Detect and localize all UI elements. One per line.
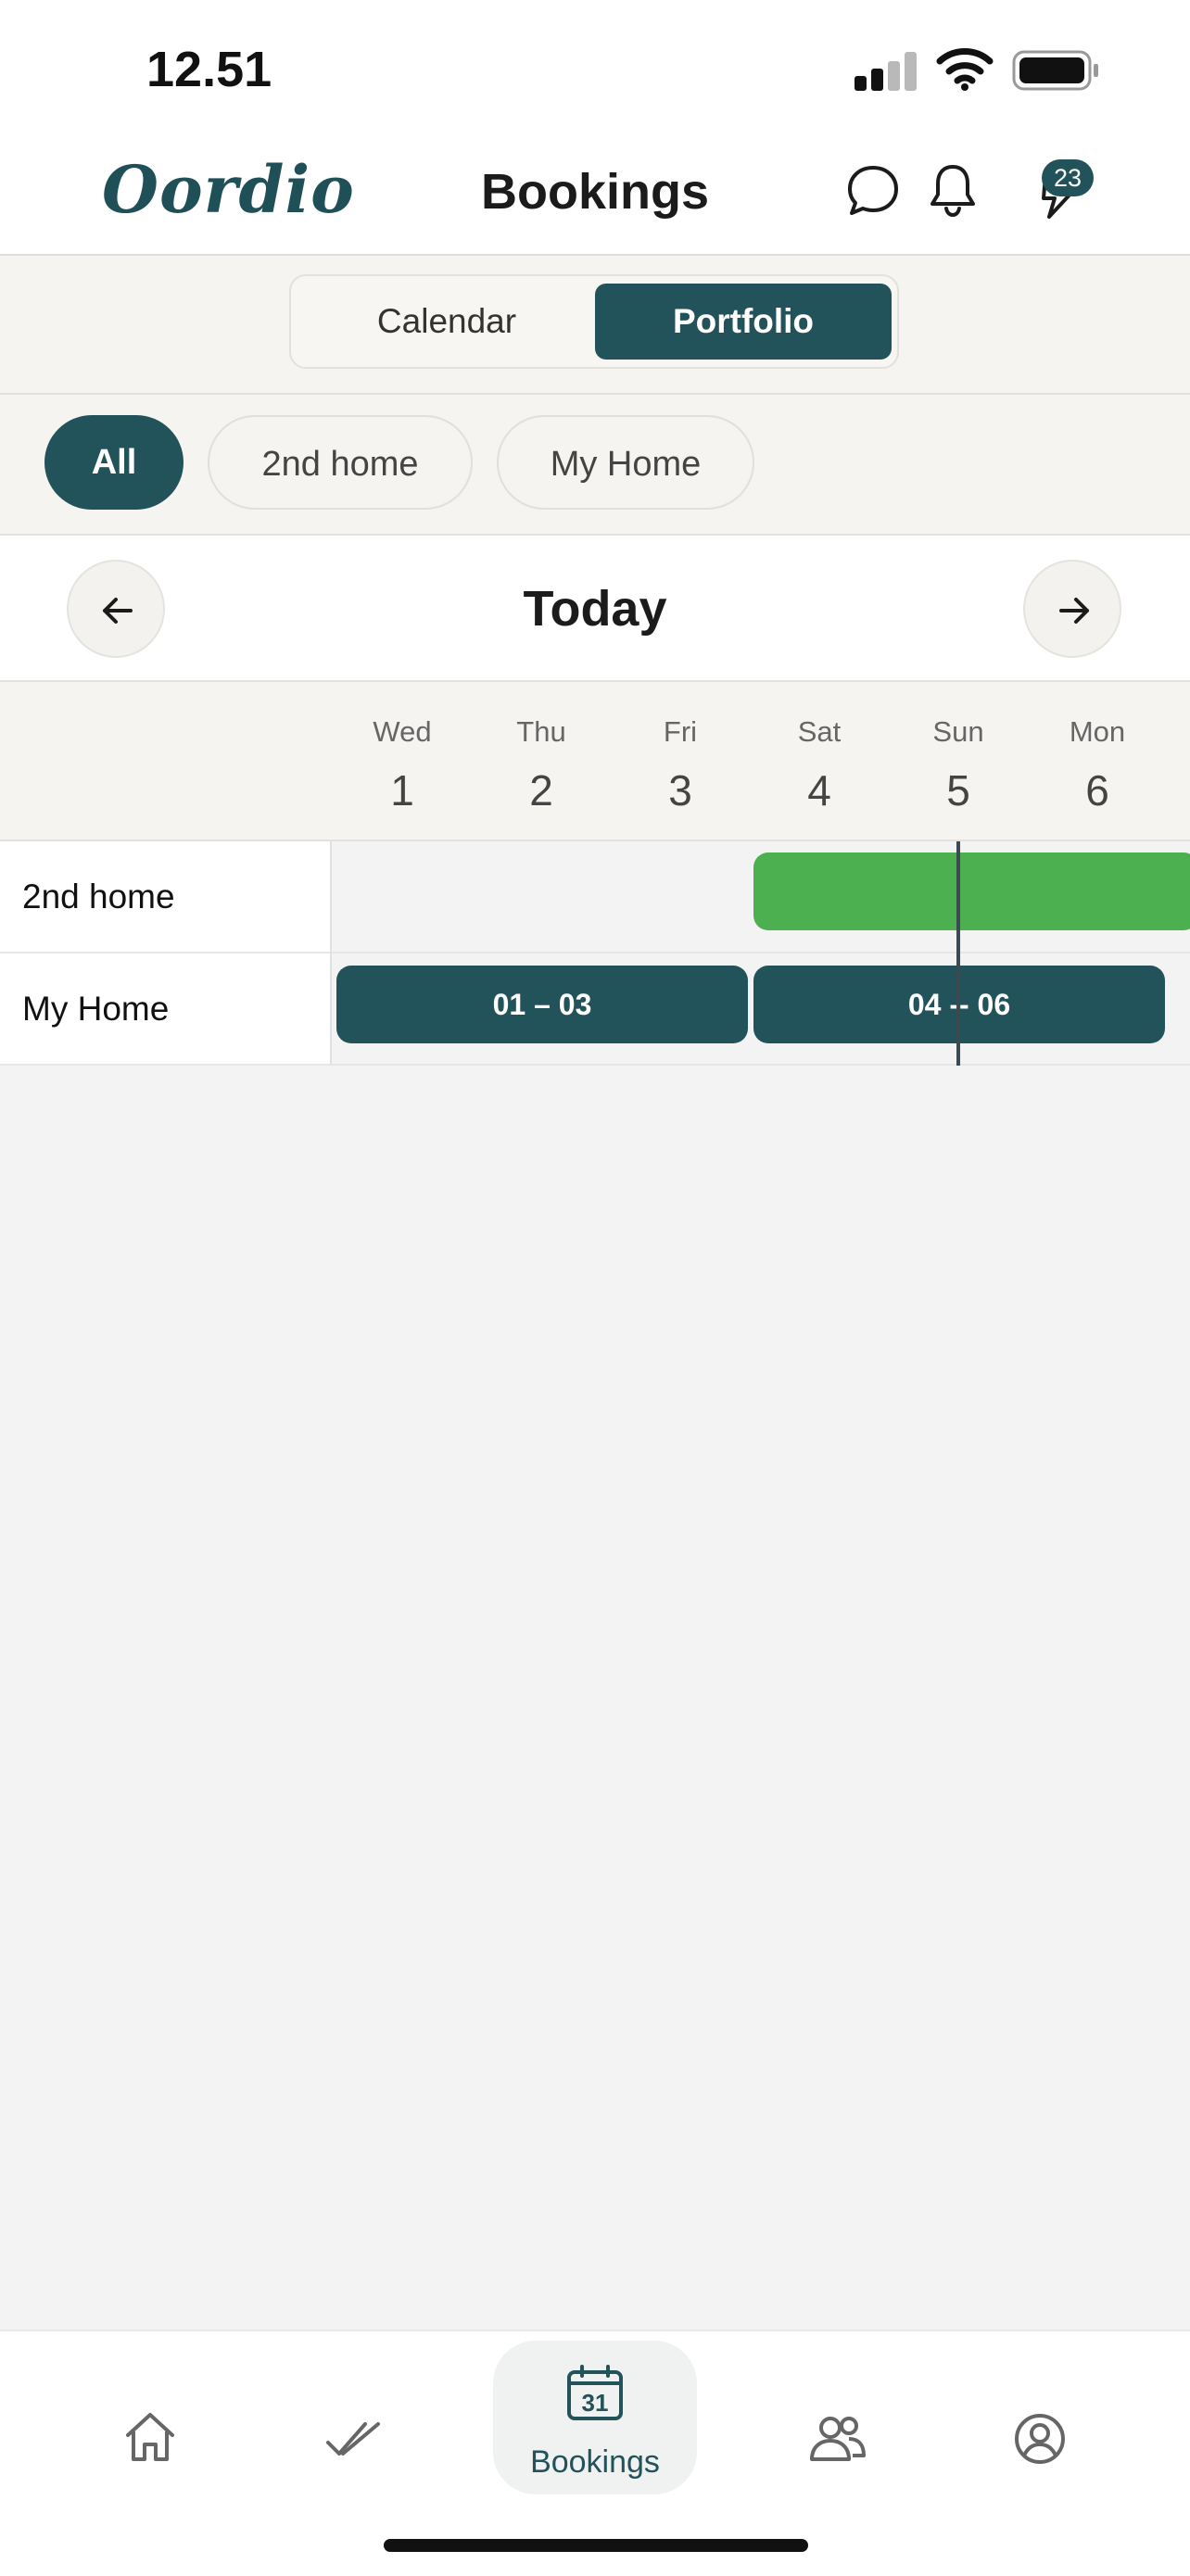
home-icon[interactable] (122, 2409, 178, 2465)
day-name: Sat (797, 715, 842, 748)
cellular-signal-icon (855, 52, 919, 91)
chat-bubble-icon[interactable] (845, 163, 901, 219)
today-label[interactable]: Today (0, 580, 1190, 638)
booking-bar[interactable]: 01 – 03 (336, 966, 748, 1043)
people-icon[interactable] (808, 2413, 867, 2465)
day-name: Sun (932, 715, 984, 748)
day-number: 3 (668, 766, 692, 814)
notification-badge-count: 23 (1053, 164, 1082, 192)
page-title: Bookings (480, 164, 709, 220)
tab-bookings-label: Bookings (530, 2444, 660, 2480)
day-name: Mon (1069, 715, 1126, 748)
home-indicator (384, 2539, 808, 2552)
day-name: Wed (373, 715, 432, 748)
booking-label: 01 – 03 (492, 988, 592, 1021)
day-number: 1 (390, 766, 414, 814)
tab-bookings[interactable]: 31 Bookings (493, 2341, 697, 2494)
day-number: 5 (946, 766, 970, 814)
profile-icon[interactable] (1012, 2411, 1068, 2467)
arrow-right-icon (1059, 598, 1089, 624)
day-name: Fri (663, 715, 698, 748)
property-label-my-home[interactable]: My Home (0, 953, 332, 1066)
tab-portfolio[interactable]: Portfolio (595, 284, 892, 360)
day-number: 6 (1085, 766, 1109, 814)
calendar-icon-number: 31 (581, 2389, 609, 2417)
battery-icon (1012, 50, 1098, 91)
day-number: 2 (529, 766, 553, 814)
double-check-icon[interactable] (324, 2418, 382, 2461)
chip-all[interactable]: All (44, 415, 184, 510)
day-name: Thu (516, 715, 566, 748)
chip-2nd-home[interactable]: 2nd home (208, 415, 473, 510)
booking-bar[interactable] (753, 852, 1190, 930)
day-number: 4 (807, 766, 831, 814)
chip-my-home[interactable]: My Home (497, 415, 754, 510)
today-marker-line (956, 841, 960, 1066)
notification-badge: 23 (1042, 159, 1094, 196)
bell-icon[interactable] (927, 161, 979, 219)
day-header (0, 682, 1190, 841)
tab-calendar[interactable]: Calendar (298, 284, 595, 360)
status-time: 12.51 (146, 42, 272, 97)
property-label-2nd-home[interactable]: 2nd home (0, 841, 332, 953)
next-button[interactable] (1023, 560, 1121, 658)
view-toggle: Calendar Portfolio (289, 274, 899, 369)
wifi-icon (936, 48, 994, 91)
